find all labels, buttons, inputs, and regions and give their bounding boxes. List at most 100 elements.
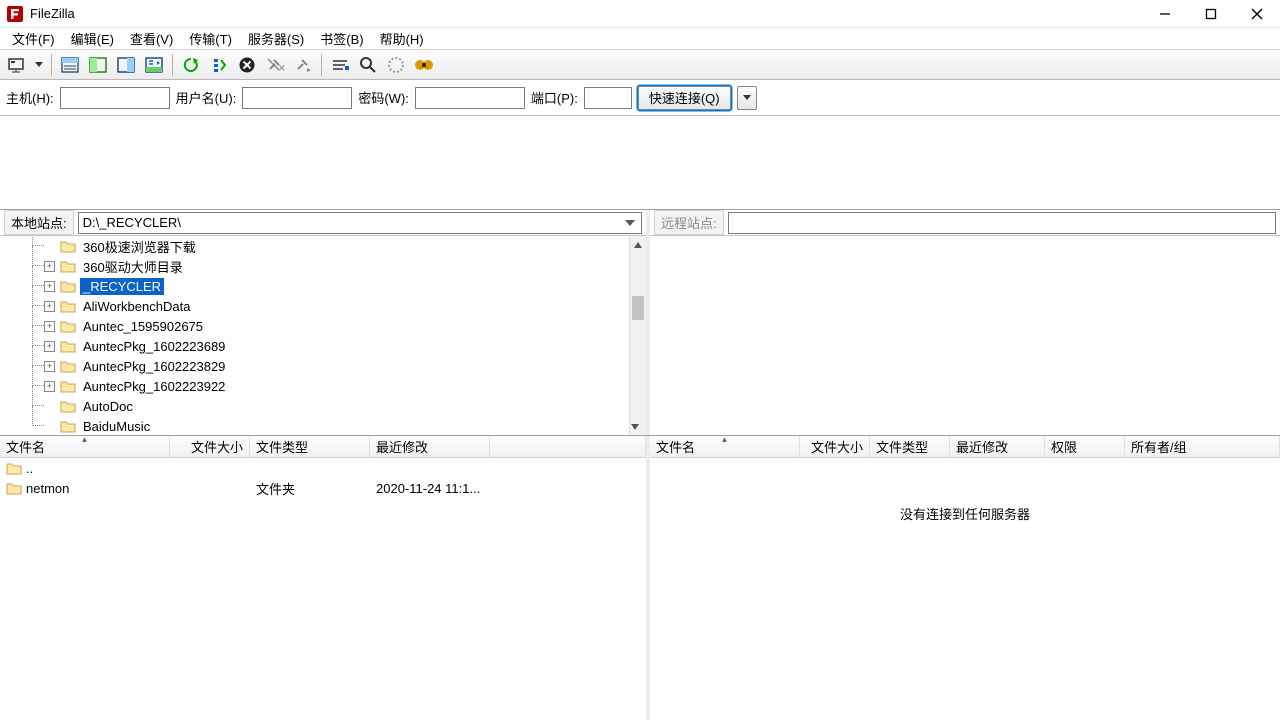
tree-node-label: AuntecPkg_1602223829 xyxy=(80,358,228,375)
compare-button[interactable] xyxy=(383,52,409,78)
search-button[interactable] xyxy=(355,52,381,78)
remote-tree[interactable] xyxy=(650,236,1280,435)
reconnect-button[interactable] xyxy=(290,52,316,78)
tree-node[interactable]: +_RECYCLER xyxy=(60,276,646,296)
toolbar-sep xyxy=(51,54,52,76)
expand-icon[interactable]: + xyxy=(44,281,55,292)
tree-node[interactable]: +AliWorkbenchData xyxy=(60,296,646,316)
remote-header-type[interactable]: 文件类型 xyxy=(870,436,950,457)
site-manager-button[interactable] xyxy=(4,52,30,78)
menu-file[interactable]: 文件(F) xyxy=(4,27,63,50)
expand-icon[interactable]: + xyxy=(44,381,55,392)
local-header-name[interactable]: ▴文件名 xyxy=(0,436,170,457)
expand-icon[interactable]: + xyxy=(44,341,55,352)
quickconnect-button[interactable]: 快速连接(Q) xyxy=(638,86,731,110)
toggle-log-button[interactable] xyxy=(57,52,83,78)
toggle-remote-tree-button[interactable] xyxy=(113,52,139,78)
menu-server[interactable]: 服务器(S) xyxy=(240,27,312,50)
app-logo-icon xyxy=(6,5,24,23)
remote-path-combo[interactable] xyxy=(728,212,1276,234)
site-manager-drop[interactable] xyxy=(32,52,46,78)
user-label: 用户名(U): xyxy=(176,88,237,107)
tree-node-label: AliWorkbenchData xyxy=(80,298,193,315)
pass-input[interactable] xyxy=(415,87,525,109)
cancel-button[interactable] xyxy=(234,52,260,78)
svg-text:×: × xyxy=(278,60,285,74)
list-item[interactable]: netmon 文件夹2020-11-24 11:1... xyxy=(0,478,646,498)
tree-node-label: AutoDoc xyxy=(80,398,136,415)
remote-panel: 远程站点: xyxy=(650,210,1280,435)
disconnect-button[interactable]: × xyxy=(262,52,288,78)
local-header-size[interactable]: 文件大小 xyxy=(170,436,250,457)
remote-empty-message: 没有连接到任何服务器 xyxy=(650,504,1280,523)
pass-label: 密码(W): xyxy=(358,88,409,107)
tree-node[interactable]: BaiduMusic xyxy=(60,416,646,435)
refresh-button[interactable] xyxy=(178,52,204,78)
local-header-type[interactable]: 文件类型 xyxy=(250,436,370,457)
tree-node[interactable]: +AuntecPkg_1602223689 xyxy=(60,336,646,356)
quickconnect-history-drop[interactable] xyxy=(737,86,757,110)
maximize-button[interactable] xyxy=(1188,0,1234,27)
menubar: 文件(F) 编辑(E) 查看(V) 传输(T) 服务器(S) 书签(B) 帮助(… xyxy=(0,28,1280,50)
remote-file-list: ▴文件名 文件大小 文件类型 最近修改 权限 所有者/组 没有连接到任何服务器 xyxy=(650,436,1280,720)
tree-node[interactable]: 360极速浏览器下载 xyxy=(60,236,646,256)
local-tree[interactable]: 360极速浏览器下载+360驱动大师目录+_RECYCLER+AliWorkbe… xyxy=(0,236,646,435)
expand-icon[interactable]: + xyxy=(44,301,55,312)
host-label: 主机(H): xyxy=(6,88,54,107)
tree-node-label: Auntec_1595902675 xyxy=(80,318,206,335)
tree-node[interactable]: +Auntec_1595902675 xyxy=(60,316,646,336)
port-input[interactable] xyxy=(584,87,632,109)
file-type: 文件夹 xyxy=(250,479,370,498)
scroll-up-icon[interactable] xyxy=(630,236,646,253)
expand-icon[interactable]: + xyxy=(44,261,55,272)
message-log[interactable] xyxy=(0,116,1280,210)
file-modified: 2020-11-24 11:1... xyxy=(370,481,490,496)
process-queue-button[interactable] xyxy=(206,52,232,78)
remote-header-owner[interactable]: 所有者/组 xyxy=(1125,436,1280,457)
toolbar-sep xyxy=(172,54,173,76)
list-item[interactable]: .. xyxy=(0,458,646,478)
menu-view[interactable]: 查看(V) xyxy=(122,27,181,50)
local-file-list: ▴文件名 文件大小 文件类型 最近修改 .. netmon 文件夹2020-11-2… xyxy=(0,436,650,720)
toggle-local-tree-button[interactable] xyxy=(85,52,111,78)
tree-node[interactable]: +360驱动大师目录 xyxy=(60,256,646,276)
remote-header-modified[interactable]: 最近修改 xyxy=(950,436,1045,457)
local-header-modified[interactable]: 最近修改 xyxy=(370,436,490,457)
local-tree-scrollbar[interactable] xyxy=(629,236,646,435)
local-path-text: D:\_RECYCLER\ xyxy=(83,215,181,230)
file-name: .. xyxy=(26,461,33,476)
expand-icon[interactable]: + xyxy=(44,361,55,372)
file-name: netmon xyxy=(26,481,69,496)
scroll-down-icon[interactable] xyxy=(630,418,640,435)
sync-browse-button[interactable] xyxy=(411,52,437,78)
remote-header-perm[interactable]: 权限 xyxy=(1045,436,1125,457)
tree-node-label: BaiduMusic xyxy=(80,418,153,435)
remote-header-size[interactable]: 文件大小 xyxy=(800,436,870,457)
app-title: FileZilla xyxy=(30,6,75,21)
menu-edit[interactable]: 编辑(E) xyxy=(63,27,122,50)
toolbar: × xyxy=(0,50,1280,80)
minimize-button[interactable] xyxy=(1142,0,1188,27)
user-input[interactable] xyxy=(242,87,352,109)
tree-node-label: AuntecPkg_1602223922 xyxy=(80,378,228,395)
menu-transfer[interactable]: 传输(T) xyxy=(181,27,240,50)
scroll-thumb[interactable] xyxy=(632,296,644,320)
toolbar-sep xyxy=(321,54,322,76)
expand-icon[interactable]: + xyxy=(44,321,55,332)
local-path-combo[interactable]: D:\_RECYCLER\ xyxy=(78,212,642,234)
local-panel: 本地站点: D:\_RECYCLER\ 360极速浏览器下载+360驱动大师目录… xyxy=(0,210,650,435)
local-site-label: 本地站点: xyxy=(4,210,74,235)
chevron-down-icon[interactable] xyxy=(622,216,638,232)
tree-node[interactable]: AutoDoc xyxy=(60,396,646,416)
local-header-spacer xyxy=(490,436,646,457)
filter-button[interactable] xyxy=(327,52,353,78)
close-button[interactable] xyxy=(1234,0,1280,27)
tree-node[interactable]: +AuntecPkg_1602223829 xyxy=(60,356,646,376)
menu-help[interactable]: 帮助(H) xyxy=(372,27,432,50)
toggle-queue-button[interactable] xyxy=(141,52,167,78)
menu-bookmarks[interactable]: 书签(B) xyxy=(312,27,371,50)
tree-node[interactable]: +AuntecPkg_1602223922 xyxy=(60,376,646,396)
remote-header-name[interactable]: ▴文件名 xyxy=(650,436,800,457)
host-input[interactable] xyxy=(60,87,170,109)
tree-node-label: 360极速浏览器下载 xyxy=(80,236,199,257)
